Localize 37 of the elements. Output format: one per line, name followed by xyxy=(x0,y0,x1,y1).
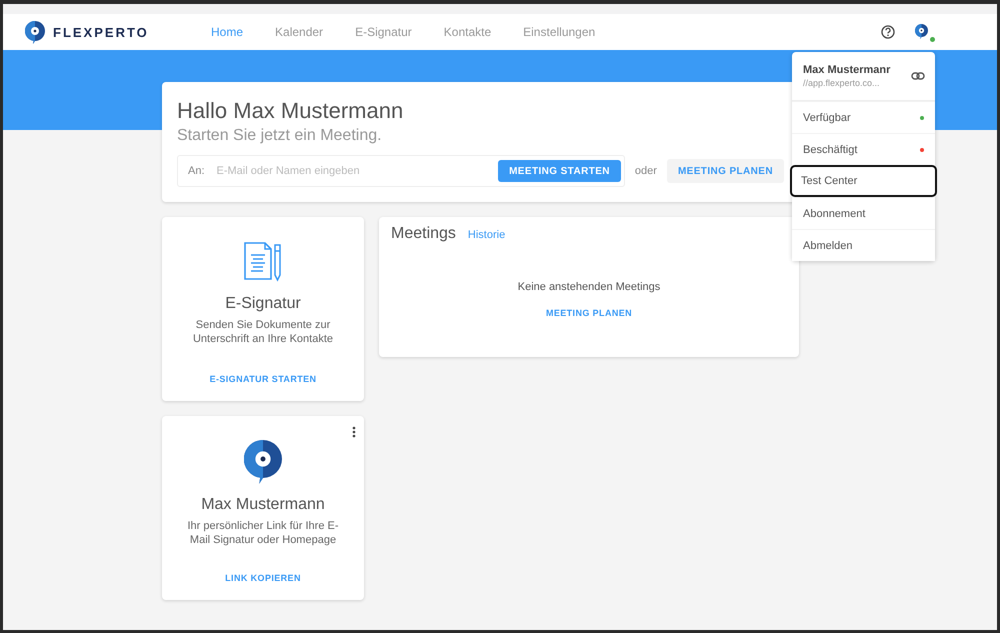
card-title: E-Signatur xyxy=(225,295,301,313)
card-description: Senden Sie Dokumente zur Unterschrift an Ihre Kontakte xyxy=(192,318,334,346)
meetings-title: Meetings xyxy=(391,225,456,243)
avatar-icon xyxy=(915,24,928,39)
link-icon[interactable] xyxy=(911,72,925,80)
greeting-subtitle: Starten Sie jetzt ein Meeting. xyxy=(177,127,382,145)
empty-message: Keine anstehenden Meetings xyxy=(518,281,660,293)
menu-item[interactable]: Verfügbar xyxy=(792,101,935,133)
nav-tab[interactable]: E-Signatur xyxy=(339,25,428,39)
menu-item[interactable]: Test Center xyxy=(790,165,937,197)
greeting-title: Hallo Max Mustermann xyxy=(177,98,404,124)
plan-meeting-button[interactable]: MEETING PLANEN xyxy=(666,159,784,183)
menu-item[interactable]: Abmelden xyxy=(792,229,935,261)
user-url: //app.flexperto.co... xyxy=(803,78,881,88)
logo-icon xyxy=(244,440,282,484)
brand-name: FLEXPERTO xyxy=(53,24,149,40)
copy-link[interactable]: LINK KOPIEREN xyxy=(219,572,307,584)
to-label: An: xyxy=(188,165,205,177)
nav-tab[interactable]: Einstellungen xyxy=(507,25,612,39)
start-meeting-button[interactable]: MEETING STARTEN xyxy=(498,160,621,182)
history-link[interactable]: Historie xyxy=(468,229,506,241)
menu-item[interactable]: Abonnement xyxy=(792,197,935,229)
plan-meeting-link[interactable]: MEETING PLANEN xyxy=(540,307,638,319)
card-description: Ihr persönlicher Link für Ihre E-Mail Signatur oder Homepage xyxy=(186,518,340,547)
profile-name: Max Mustermann xyxy=(201,496,325,514)
start-esignature-link[interactable]: E-SIGNATUR STARTEN xyxy=(204,373,322,385)
document-pen-icon xyxy=(242,241,284,283)
user-name: Max Mustermanr xyxy=(803,64,892,76)
nav-tab[interactable]: Kontakte xyxy=(428,25,508,39)
nav-tab[interactable]: Kalender xyxy=(259,25,340,39)
logo-icon xyxy=(25,20,45,44)
help-icon[interactable] xyxy=(881,25,895,39)
more-icon[interactable] xyxy=(352,426,356,438)
recipient-field[interactable]: An: E-Mail oder Namen eingeben MEETING STARTEN xyxy=(177,155,625,187)
nav-tab[interactable]: Home xyxy=(195,25,260,39)
menu-item[interactable]: Beschäftigt xyxy=(792,133,935,165)
or-label: oder xyxy=(634,165,657,177)
